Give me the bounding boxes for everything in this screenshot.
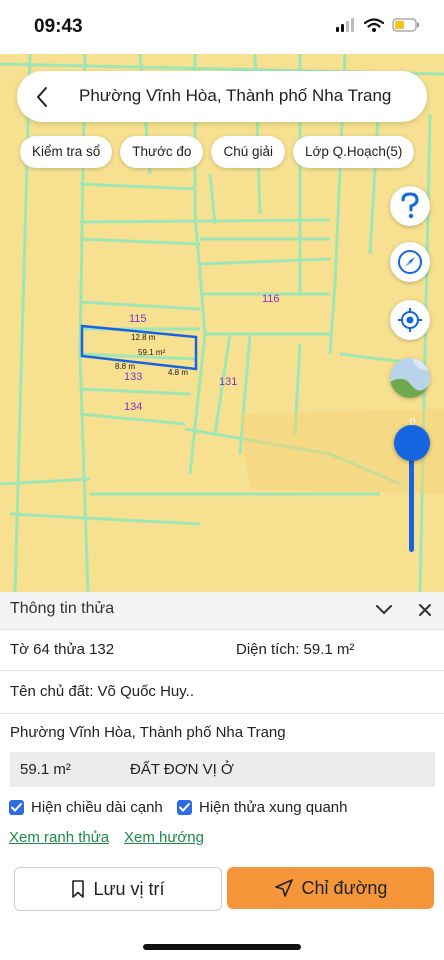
checkbox-show-edge-lengths[interactable]: Hiện chiều dài cạnh: [9, 799, 163, 816]
chip-ruler[interactable]: Thước đo: [120, 136, 204, 168]
compass-button[interactable]: [390, 242, 430, 282]
owner-row: Tên chủ đất: Võ Quốc Huy..: [0, 671, 444, 714]
plot-label-115: 115: [129, 313, 147, 325]
location-title: Phường Vĩnh Hòa, Thành phố Nha Trang: [79, 86, 392, 105]
battery-icon: [392, 18, 419, 32]
edge-length-top: 12.8 m: [131, 333, 156, 342]
close-icon[interactable]: [418, 603, 432, 617]
checkbox-checked-icon[interactable]: [9, 800, 24, 815]
plot-label-133: 133: [124, 371, 143, 383]
directions-button[interactable]: Chỉ đường: [227, 867, 434, 909]
chip-legend[interactable]: Chú giải: [211, 136, 285, 168]
signal-icon: [336, 18, 354, 32]
help-button[interactable]: [390, 186, 430, 226]
navigation-arrow-icon: [274, 879, 293, 897]
map-parcels: [0, 54, 444, 594]
land-type: ĐẤT ĐƠN VỊ Ở: [130, 761, 234, 778]
home-indicator: [143, 944, 301, 950]
owner-name: Tên chủ đất: Võ Quốc Huy..: [10, 683, 194, 700]
bookmark-icon: [72, 880, 85, 898]
directions-label: Chỉ đường: [301, 877, 388, 898]
parcel-area: Diện tích: 59.1 m²: [236, 641, 355, 658]
compass-icon: [398, 250, 422, 274]
opacity-slider-track[interactable]: [409, 452, 414, 552]
chip-check-book[interactable]: Kiểm tra sổ: [20, 136, 113, 168]
map-layer-button[interactable]: [390, 358, 430, 398]
map-tools: Kiểm tra sổ Thước đo Chú giải Lớp Q.Hoạc…: [20, 136, 415, 168]
status-time: 09:43: [34, 16, 83, 37]
sheet-parcel-number: Tờ 64 thửa 132: [10, 641, 115, 658]
plot-area-label: 59.1 m²: [138, 348, 166, 357]
chip-planning-layer[interactable]: Lớp Q.Hoạch(5): [292, 136, 415, 168]
view-direction-link[interactable]: Xem hướng: [124, 829, 204, 846]
checkbox-show-neighbors[interactable]: Hiện thửa xung quanh: [177, 799, 347, 816]
save-location-label: Lưu vị trí: [93, 878, 165, 899]
save-location-button[interactable]: Lưu vị trí: [14, 867, 222, 911]
edge-length-left: 8.8 m: [115, 362, 136, 371]
plot-label-131: 131: [219, 376, 238, 388]
crosshair-icon: [398, 308, 422, 332]
checkbox-neighbors-label: Hiện thửa xung quanh: [199, 799, 348, 816]
land-use-box: 59.1 m² ĐẤT ĐƠN VỊ Ở: [10, 752, 435, 787]
parcel-address: Phường Vĩnh Hòa, Thành phố Nha Trang: [10, 724, 286, 741]
status-icons: [336, 18, 420, 32]
chevron-down-icon[interactable]: [375, 604, 393, 616]
checkbox-checked-icon[interactable]: [177, 800, 192, 815]
parcel-id-row: Tờ 64 thửa 132 Diện tích: 59.1 m²: [0, 630, 444, 671]
plot-label-116: 116: [262, 293, 280, 305]
plot-label-134: 134: [124, 401, 143, 413]
panel-header: Thông tin thửa: [0, 592, 444, 630]
search-bar[interactable]: Phường Vĩnh Hòa, Thành phố Nha Trang: [17, 71, 427, 122]
land-area: 59.1 m²: [20, 761, 71, 778]
panel-title: Thông tin thửa: [10, 600, 115, 617]
question-icon: [401, 192, 419, 219]
wifi-icon: [364, 18, 384, 32]
view-boundary-link[interactable]: Xem ranh thửa: [9, 829, 109, 846]
satellite-layer-icon: [390, 358, 430, 398]
edge-length-right: 4.8 m: [168, 368, 189, 377]
opacity-slider-handle[interactable]: [394, 425, 430, 461]
map-view[interactable]: [0, 54, 444, 594]
my-location-button[interactable]: [390, 300, 430, 340]
checkbox-edges-label: Hiện chiều dài cạnh: [31, 799, 163, 816]
status-bar: 09:43: [0, 0, 444, 54]
back-arrow-icon[interactable]: [35, 86, 49, 108]
